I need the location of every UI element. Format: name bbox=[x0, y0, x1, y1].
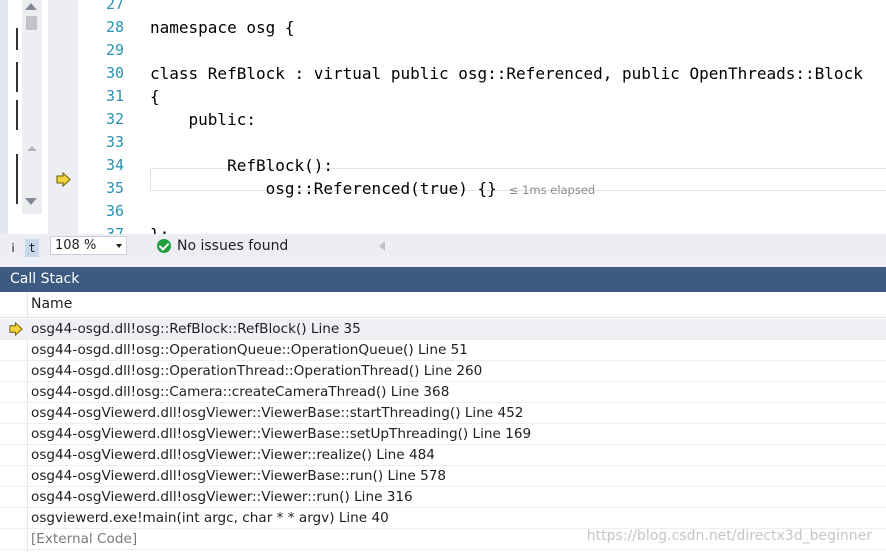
scroll-position-marker-icon bbox=[22, 146, 42, 152]
call-stack-frame-name: osg44-osgd.dll!osg::RefBlock::RefBlock()… bbox=[31, 321, 361, 337]
code-line-text: namespace osg { bbox=[150, 18, 295, 37]
column-header-name[interactable]: Name bbox=[31, 296, 72, 312]
line-number-gutter: 27 28 29 30 31 32 33 34 35 36 37 bbox=[80, 0, 126, 236]
call-stack-frame-name: osg44-osgViewerd.dll!osgViewer::ViewerBa… bbox=[31, 426, 532, 442]
call-stack-row[interactable]: osg44-osgd.dll!osg::Camera::createCamera… bbox=[0, 382, 886, 403]
call-stack-frame-name: [External Code] bbox=[31, 531, 138, 547]
line-number: 34 bbox=[105, 156, 124, 174]
glyph-margin[interactable] bbox=[48, 0, 78, 236]
watermark-text: https://blog.csdn.net/directx3d_beginner bbox=[586, 528, 872, 544]
call-stack-header: Name bbox=[0, 292, 886, 318]
call-stack-title: Call Stack bbox=[10, 271, 80, 287]
call-stack-rows: osg44-osgd.dll!osg::RefBlock::RefBlock()… bbox=[0, 319, 886, 550]
text-mode-icon[interactable]: t bbox=[25, 239, 40, 257]
code-editor[interactable]: 27 28 29 30 31 32 33 34 35 36 37 namespace osg {cl… bbox=[0, 0, 886, 236]
call-stack-row[interactable]: osg44-osgViewerd.dll!osgViewer::Viewer::… bbox=[0, 487, 886, 508]
scroll-thumb[interactable] bbox=[26, 16, 37, 30]
line-number: 35 bbox=[105, 179, 124, 197]
rail-tick bbox=[16, 154, 18, 204]
line-number: 31 bbox=[105, 87, 124, 105]
code-line-text: class RefBlock : virtual public osg::Ref… bbox=[150, 64, 863, 83]
check-circle-icon bbox=[157, 238, 171, 253]
git-branch-icon[interactable]: ⅰ bbox=[6, 239, 20, 257]
line-number: 33 bbox=[105, 133, 124, 151]
call-stack-row[interactable]: osg44-osgViewerd.dll!osgViewer::ViewerBa… bbox=[0, 424, 886, 445]
code-line-text: public: bbox=[150, 110, 256, 129]
call-stack-frame-name: osg44-osgViewerd.dll!osgViewer::ViewerBa… bbox=[31, 405, 524, 421]
call-stack-frame-name: osg44-osgViewerd.dll!osgViewer::ViewerBa… bbox=[31, 468, 447, 484]
issues-text: No issues found bbox=[177, 237, 289, 254]
rail-tick bbox=[16, 28, 18, 50]
call-stack-frame-name: osgviewerd.exe!main(int argc, char * * a… bbox=[31, 510, 389, 526]
current-frame-arrow-icon bbox=[9, 322, 23, 336]
line-number: 29 bbox=[105, 41, 124, 59]
rail-tick bbox=[16, 62, 18, 92]
editor-status-bar: ⅰ t 108 % No issues found bbox=[0, 234, 886, 257]
line-number: 32 bbox=[105, 110, 124, 128]
call-stack-frame-name: osg44-osgViewerd.dll!osgViewer::Viewer::… bbox=[31, 489, 413, 505]
call-stack-row[interactable]: osg44-osgd.dll!osg::RefBlock::RefBlock()… bbox=[0, 319, 886, 340]
code-line[interactable]: public: bbox=[150, 108, 256, 131]
perf-tip-elapsed[interactable]: ≤ 1ms elapsed bbox=[509, 183, 595, 197]
zoom-level-value: 108 % bbox=[55, 238, 97, 253]
line-number: 36 bbox=[105, 202, 124, 220]
call-stack-frame-name: osg44-osgViewerd.dll!osgViewer::Viewer::… bbox=[31, 447, 435, 463]
call-stack-title-bar[interactable]: Call Stack bbox=[0, 267, 886, 292]
code-line[interactable]: { bbox=[150, 85, 160, 108]
rail-tick bbox=[16, 100, 18, 130]
line-number: 30 bbox=[105, 64, 124, 82]
call-stack-frame-name: osg44-osgd.dll!osg::OperationQueue::Oper… bbox=[31, 342, 468, 358]
call-stack-frame-name: osg44-osgd.dll!osg::Camera::createCamera… bbox=[31, 384, 450, 400]
code-line[interactable]: RefBlock(): bbox=[150, 154, 333, 177]
chevron-down-icon bbox=[116, 244, 122, 248]
status-icons: ⅰ t bbox=[6, 237, 42, 257]
code-line[interactable]: osg::Referenced(true) {} ≤ 1ms elapsed bbox=[150, 177, 596, 200]
scroll-left-arrow-icon[interactable] bbox=[379, 241, 385, 251]
code-line[interactable]: class RefBlock : virtual public osg::Ref… bbox=[150, 62, 863, 85]
call-stack-row[interactable]: osg44-osgd.dll!osg::OperationThread::Ope… bbox=[0, 361, 886, 382]
code-line-text: RefBlock(): bbox=[150, 156, 334, 175]
call-stack-row[interactable]: osg44-osgd.dll!osg::OperationQueue::Oper… bbox=[0, 340, 886, 361]
code-text-area[interactable]: namespace osg { class RefBlock : virtual … bbox=[150, 0, 886, 236]
vertical-scrollbar[interactable] bbox=[22, 0, 42, 214]
execution-pointer-arrow-icon bbox=[56, 172, 71, 187]
editor-left-rail bbox=[0, 0, 8, 236]
code-line-text: osg::Referenced(true) {} bbox=[150, 179, 497, 198]
scroll-down-arrow-icon[interactable] bbox=[25, 198, 37, 205]
code-line[interactable]: namespace osg { bbox=[150, 16, 295, 39]
issues-indicator[interactable]: No issues found bbox=[157, 236, 288, 255]
call-stack-row[interactable]: osg44-osgViewerd.dll!osgViewer::ViewerBa… bbox=[0, 466, 886, 487]
call-stack-row[interactable]: osg44-osgViewerd.dll!osgViewer::ViewerBa… bbox=[0, 403, 886, 424]
call-stack-panel[interactable]: Name osg44-osgd.dll!osg::RefBlock::RefBl… bbox=[0, 292, 886, 552]
zoom-level-dropdown[interactable]: 108 % bbox=[50, 236, 127, 255]
panel-splitter[interactable] bbox=[0, 257, 886, 267]
code-line-text: { bbox=[150, 87, 160, 106]
line-number: 27 bbox=[105, 0, 124, 13]
call-stack-row[interactable]: osgviewerd.exe!main(int argc, char * * a… bbox=[0, 508, 886, 529]
call-stack-row[interactable]: osg44-osgViewerd.dll!osgViewer::Viewer::… bbox=[0, 445, 886, 466]
line-number: 28 bbox=[105, 18, 124, 36]
scroll-up-arrow-icon[interactable] bbox=[25, 3, 37, 10]
call-stack-frame-name: osg44-osgd.dll!osg::OperationThread::Ope… bbox=[31, 363, 483, 379]
